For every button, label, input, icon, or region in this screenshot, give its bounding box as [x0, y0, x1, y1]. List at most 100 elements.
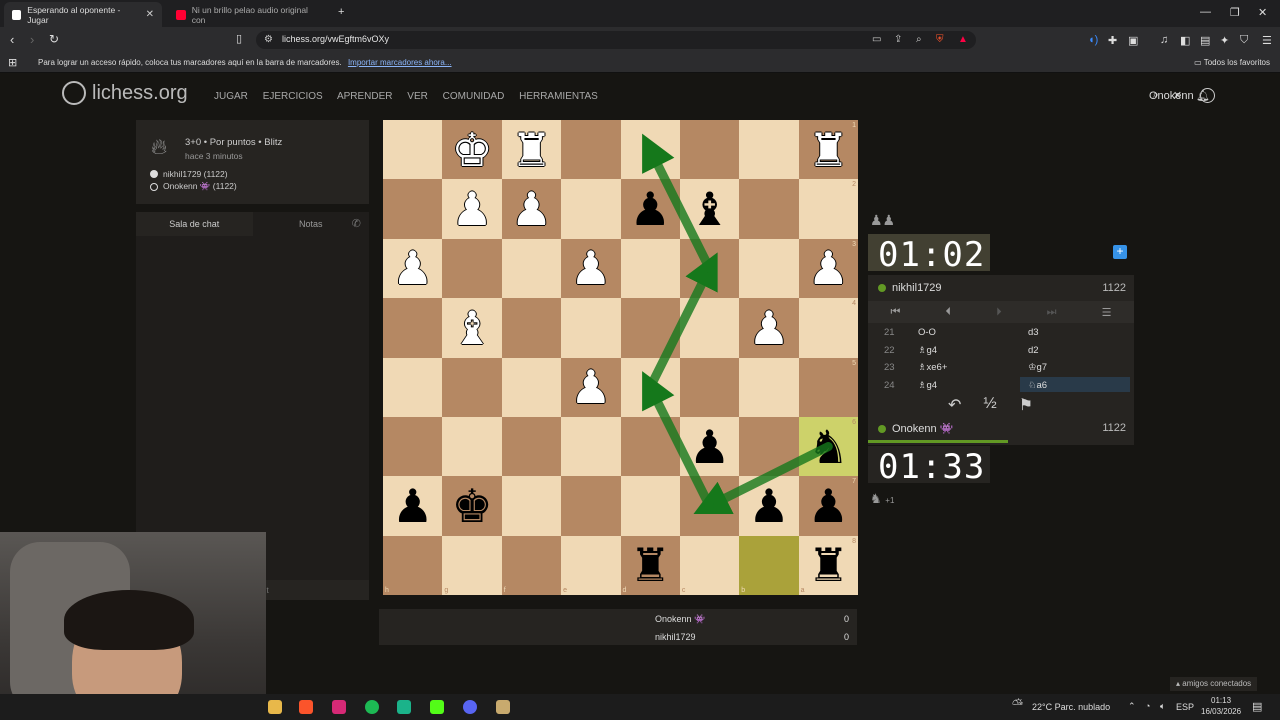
site-settings-icon[interactable]: ⚙: [264, 34, 273, 45]
piece-a6[interactable]: ♞: [799, 417, 858, 476]
piece-a3[interactable]: ♟: [799, 239, 858, 298]
vpn-icon[interactable]: ⛉: [1240, 34, 1248, 47]
reader-icon[interactable]: ▣: [1128, 34, 1138, 47]
bookmark-icon[interactable]: ▯: [236, 32, 242, 45]
square-c5[interactable]: [679, 357, 740, 417]
close-window-icon[interactable]: ✕: [1258, 6, 1267, 19]
nav-ver[interactable]: VER: [407, 91, 428, 102]
forward-icon[interactable]: ›: [30, 32, 34, 47]
tray-chevron-icon[interactable]: ⌃: [1128, 701, 1136, 712]
discord-icon[interactable]: [463, 700, 477, 714]
spotify-icon[interactable]: [365, 700, 379, 714]
square-h1[interactable]: [383, 120, 443, 180]
square-h6[interactable]: [383, 416, 443, 477]
piece-e3[interactable]: ♟: [561, 239, 620, 298]
browser-tab-active[interactable]: Esperando al oponente - Jugar ✕: [4, 2, 162, 27]
takeback-icon[interactable]: ↶: [948, 395, 961, 415]
piece-g7[interactable]: ♚: [442, 476, 501, 535]
screen-icon[interactable]: ▭: [872, 34, 881, 45]
square-b6[interactable]: [739, 416, 799, 477]
square-e7[interactable]: [561, 476, 621, 536]
piece-a7[interactable]: ♟: [799, 476, 858, 535]
all-bookmarks-button[interactable]: ▭ Todos los favoritos: [1194, 58, 1270, 67]
share-icon[interactable]: ⇪: [894, 34, 902, 45]
phone-icon[interactable]: ✆: [352, 217, 361, 230]
piece-a8[interactable]: ♜: [799, 536, 858, 595]
wifi-icon[interactable]: ◔: [1145, 701, 1150, 711]
square-f8[interactable]: f: [501, 535, 562, 596]
last-move-icon[interactable]: ⏭: [1047, 306, 1057, 319]
import-bookmarks-link[interactable]: Importar marcadores ahora...: [348, 58, 452, 67]
username[interactable]: Onokenn: [1149, 90, 1194, 102]
move-white[interactable]: ♗g4: [918, 345, 937, 356]
piece-h3[interactable]: ♟: [383, 239, 442, 298]
clock-time[interactable]: 01:13: [1211, 696, 1231, 705]
piece-e5[interactable]: ♟: [561, 358, 620, 417]
volume-icon[interactable]: 🔈︎: [1160, 701, 1165, 712]
player-black[interactable]: Onokenn 👾 (1122): [150, 181, 237, 192]
square-c7[interactable]: [679, 476, 740, 536]
move-black-current[interactable]: ♘a6: [1020, 376, 1130, 392]
restore-icon[interactable]: ❐: [1230, 6, 1240, 19]
square-g8[interactable]: g: [442, 535, 502, 596]
square-h4[interactable]: [383, 298, 443, 358]
square-e4[interactable]: [561, 298, 621, 358]
brave-shield-icon[interactable]: ⛨: [936, 34, 944, 45]
square-b5[interactable]: [739, 357, 799, 417]
prev-move-icon[interactable]: ⏴: [946, 306, 952, 319]
piece-c2[interactable]: ♝: [680, 179, 739, 238]
move-white[interactable]: O-O: [918, 327, 936, 338]
square-a4[interactable]: 4: [798, 298, 859, 358]
square-f5[interactable]: [501, 357, 562, 417]
square-a2[interactable]: 2: [798, 179, 859, 239]
move-menu-icon[interactable]: ☰: [1102, 306, 1112, 319]
apps-grid-icon[interactable]: ⊞: [8, 56, 17, 69]
friends-online-button[interactable]: ▴ amigos conectados: [1170, 677, 1258, 691]
music-icon[interactable]: ♫: [1160, 34, 1168, 46]
add-time-button[interactable]: +: [1113, 245, 1127, 259]
first-move-icon[interactable]: ⏮: [891, 306, 901, 319]
square-b1[interactable]: [739, 120, 799, 180]
piece-b7[interactable]: ♟: [739, 476, 798, 535]
draw-offer-button[interactable]: ½: [983, 395, 996, 415]
instagram-icon[interactable]: [332, 700, 346, 714]
close-tab-icon[interactable]: ✕: [146, 9, 154, 20]
clock-date[interactable]: 16/03/2026: [1201, 707, 1241, 716]
notifications-center-icon[interactable]: ▤: [1252, 700, 1262, 713]
piece-b4[interactable]: ♟: [739, 298, 798, 357]
kick-icon[interactable]: [430, 700, 444, 714]
player-bottom[interactable]: Onokenn 👾: [878, 422, 953, 435]
next-move-icon[interactable]: ⏵: [996, 306, 1002, 319]
square-h2[interactable]: [383, 179, 443, 239]
square-d7[interactable]: [620, 476, 680, 536]
square-f4[interactable]: [501, 298, 562, 358]
nav-herramientas[interactable]: HERRAMIENTAS: [519, 91, 598, 102]
move-black[interactable]: d2: [1028, 345, 1039, 356]
audio-icon[interactable]: ◖): [1088, 34, 1098, 46]
nav-jugar[interactable]: JUGAR: [214, 91, 248, 102]
language-indicator[interactable]: ESP: [1176, 702, 1194, 712]
square-d6[interactable]: [620, 416, 680, 477]
reload-icon[interactable]: ↻: [49, 32, 59, 46]
square-e8[interactable]: e: [561, 535, 621, 596]
app-icon[interactable]: [397, 700, 411, 714]
nav-ejercicios[interactable]: EJERCICIOS: [263, 91, 323, 102]
file-explorer-icon[interactable]: [268, 700, 282, 714]
square-e6[interactable]: [561, 416, 621, 477]
square-f6[interactable]: [501, 416, 562, 477]
square-h8[interactable]: h: [383, 535, 443, 596]
extensions-icon[interactable]: ✚: [1108, 34, 1117, 47]
square-c3[interactable]: [679, 238, 740, 299]
sidebar-icon[interactable]: ◧: [1180, 34, 1190, 47]
square-a5[interactable]: 5: [798, 357, 859, 417]
player-top[interactable]: nikhil1729: [878, 282, 942, 294]
square-c1[interactable]: [679, 120, 740, 180]
square-d1[interactable]: [620, 120, 680, 180]
piece-a1[interactable]: ♜: [799, 120, 858, 179]
square-h5[interactable]: [383, 357, 443, 417]
piece-f2[interactable]: ♟: [502, 179, 561, 238]
square-b3[interactable]: [739, 238, 799, 299]
user-avatar-icon[interactable]: [1200, 88, 1215, 103]
move-white[interactable]: ♗xe6+: [918, 362, 947, 373]
square-g6[interactable]: [442, 416, 502, 477]
